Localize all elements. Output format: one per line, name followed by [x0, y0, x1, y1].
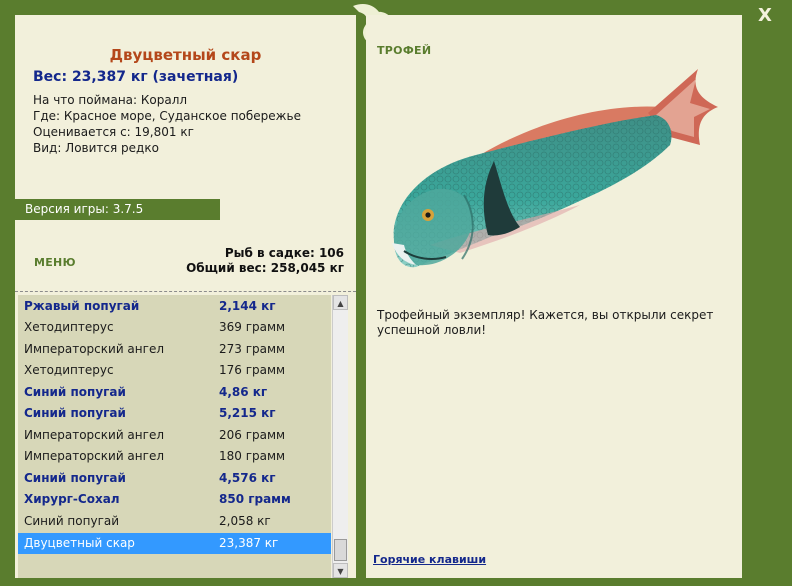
fish-name: Хетодиптерус	[24, 363, 114, 377]
list-item[interactable]: Императорский ангел 206 грамм	[18, 425, 331, 446]
scroll-down-arrow-icon[interactable]: ▼	[333, 563, 348, 578]
game-version: Версия игры: 3.7.5	[15, 199, 220, 220]
fish-count: Рыб в садке: 106	[224, 246, 344, 260]
fish-name: Хирург-Сохал	[24, 492, 120, 506]
fish-weight: Вес: 23,387 кг (зачетная)	[33, 69, 239, 85]
fish-name: Синий попугай	[24, 514, 120, 528]
list-item[interactable]: Синий попугай 4,576 кг	[18, 468, 331, 489]
list-item[interactable]: Синий попугай 5,215 кг	[18, 403, 331, 424]
fish-name: Императорский ангел	[24, 428, 164, 442]
list-item[interactable]: Синий попугай 2,058 кг	[18, 511, 331, 532]
fish-weight-cell: 850 грамм	[219, 492, 291, 506]
fish-weight-cell: 206 грамм	[219, 428, 286, 442]
fish-name: Двуцветный скар	[24, 536, 135, 550]
fish-weight-cell: 176 грамм	[219, 363, 286, 377]
list-item[interactable]: Синий попугай 4,86 кг	[18, 382, 331, 403]
fish-weight-cell: 23,387 кг	[219, 536, 279, 550]
fish-weight-cell: 2,144 кг	[219, 299, 276, 313]
bait-info: На что поймана: Коралл	[33, 93, 188, 107]
fish-weight-cell: 2,058 кг	[219, 514, 271, 528]
fish-weight-cell: 273 грамм	[219, 342, 286, 356]
trophy-panel: ТРОФЕЙ Трофейный экземпляр! Кажется, вы …	[366, 15, 742, 578]
list-scrollbar[interactable]: ▲ ▼	[332, 295, 348, 578]
rarity-info: Вид: Ловится редко	[33, 141, 159, 155]
scroll-thumb[interactable]	[334, 539, 347, 561]
list-item[interactable]: Императорский ангел 273 грамм	[18, 339, 331, 360]
fish-name: Синий попугай	[24, 385, 126, 399]
hotkeys-link[interactable]: Горячие клавиши	[373, 553, 486, 566]
total-weight: Общий вес: 258,045 кг	[186, 261, 344, 275]
list-item[interactable]: Ржавый попугай 2,144 кг	[18, 296, 331, 317]
list-item[interactable]: Хирург-Сохал 850 грамм	[18, 489, 331, 510]
trophy-text: Трофейный экземпляр! Кажется, вы открыли…	[377, 308, 714, 337]
window-frame: X Двуцветный скар Вес: 23,387 кг (зачетн…	[0, 0, 792, 586]
fish-name: Синий попугай	[24, 471, 126, 485]
list-item-selected[interactable]: Двуцветный скар 23,387 кг	[18, 533, 331, 554]
fish-name: Императорский ангел	[24, 449, 164, 463]
fish-name: Хетодиптерус	[24, 320, 114, 334]
scroll-up-arrow-icon[interactable]: ▲	[333, 295, 348, 310]
list-item[interactable]: Хетодиптерус 369 грамм	[18, 317, 331, 338]
location-info: Где: Красное море, Суданское побережье	[33, 109, 301, 123]
fish-weight-cell: 180 грамм	[219, 449, 286, 463]
menu-button[interactable]: МЕНЮ	[34, 256, 76, 269]
fish-list: Ржавый попугай 2,144 кг Хетодиптерус 369 г…	[18, 295, 331, 578]
fish-weight-cell: 369 грамм	[219, 320, 286, 334]
close-button[interactable]: X	[756, 6, 774, 26]
list-item[interactable]: Императорский ангел 180 грамм	[18, 446, 331, 467]
fish-weight-cell: 5,215 кг	[219, 406, 276, 420]
fish-name: Императорский ангел	[24, 342, 164, 356]
list-item[interactable]: Хетодиптерус 176 грамм	[18, 360, 331, 381]
catch-info-panel: Двуцветный скар Вес: 23,387 кг (зачетная…	[15, 15, 356, 578]
fish-name: Синий попугай	[24, 406, 126, 420]
fish-weight-cell: 4,86 кг	[219, 385, 268, 399]
parrotfish-image	[392, 69, 718, 268]
fish-title: Двуцветный скар	[109, 46, 262, 64]
rating-info: Оценивается с: 19,801 кг	[33, 125, 194, 139]
divider	[15, 291, 356, 292]
keepnet-stats: Рыб в садке: 106 Общий вес: 258,045 кг	[186, 246, 344, 276]
fish-name: Ржавый попугай	[24, 299, 140, 313]
fish-weight-cell: 4,576 кг	[219, 471, 276, 485]
